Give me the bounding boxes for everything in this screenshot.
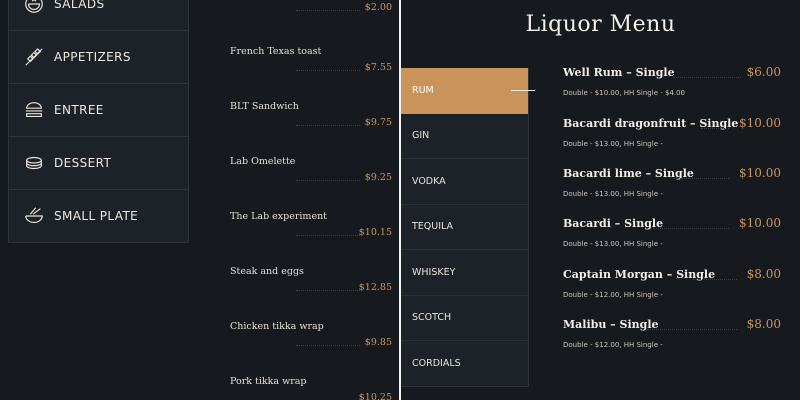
liquor-item: Bacardi lime – Single $10.00 Double - $1… xyxy=(563,165,781,215)
dotted-leader xyxy=(296,345,360,346)
dotted-leader xyxy=(647,329,737,330)
food-item-price: $2.00 xyxy=(364,2,392,13)
liquor-item-price: $10.00 xyxy=(739,116,781,130)
food-item-name: Pork tikka wrap xyxy=(230,376,307,387)
liquor-item: Well Rum – Single $6.00 Double - $10.00,… xyxy=(563,64,781,114)
burger-icon xyxy=(23,99,45,121)
food-item-price: $10.15 xyxy=(358,227,392,238)
food-item: Steak and eggs $12.85 xyxy=(230,266,392,306)
food-item-name: Chicken tikka wrap xyxy=(230,321,324,332)
dotted-leader xyxy=(653,228,729,229)
category-label: ENTREE xyxy=(54,103,104,117)
food-item-name: BLT Sandwich xyxy=(230,101,299,112)
noodle-bowl-icon xyxy=(23,205,45,227)
food-item-price: $9.75 xyxy=(364,117,392,128)
food-item: French Texas toast $7.55 xyxy=(230,46,392,86)
category-entree[interactable]: ENTREE xyxy=(9,83,188,136)
cake-icon xyxy=(23,152,45,174)
food-item-price: $7.55 xyxy=(364,62,392,73)
dotted-leader xyxy=(296,70,360,71)
food-item-price: $9.25 xyxy=(364,172,392,183)
category-dessert[interactable]: DESSERT xyxy=(9,136,188,189)
liquor-item-description: Double - $12.00, HH Single - xyxy=(563,341,663,349)
food-item-price: $12.85 xyxy=(358,282,392,293)
tab-rum[interactable]: RUM xyxy=(401,68,528,114)
category-appetizers[interactable]: APPETIZERS xyxy=(9,30,188,83)
food-item-name: Steak and eggs xyxy=(230,266,304,277)
liquor-item-price: $10.00 xyxy=(739,166,781,180)
food-item: BLT Sandwich $9.75 xyxy=(230,101,392,141)
liquor-item-price: $8.00 xyxy=(746,267,781,281)
liquor-item-price: $10.00 xyxy=(739,216,781,230)
liquor-item-price: $8.00 xyxy=(746,317,781,331)
page-title: Liquor Menu xyxy=(525,12,676,37)
tab-gin[interactable]: GIN xyxy=(401,114,528,159)
category-salads[interactable]: SALADS xyxy=(9,0,188,30)
food-item-name: The Lab experiment xyxy=(230,211,327,222)
dotted-leader xyxy=(296,235,360,236)
dotted-leader xyxy=(296,10,360,11)
tab-tequila[interactable]: TEQUILA xyxy=(401,205,528,250)
liquor-item-description: Double - $13.00, HH Single - xyxy=(563,190,663,198)
dotted-leader xyxy=(296,125,360,126)
liquor-item-description: Double - $13.00, HH Single - xyxy=(563,140,663,148)
tab-vodka[interactable]: VODKA xyxy=(401,159,528,205)
category-label: SMALL PLATE xyxy=(54,209,139,223)
food-item: Lab Omelette $9.25 xyxy=(230,156,392,196)
dotted-leader xyxy=(701,128,729,129)
liquor-item-name: Bacardi – Single xyxy=(563,217,664,230)
liquor-item-description: Double - $13.00, HH Single - xyxy=(563,240,663,248)
category-label: DESSERT xyxy=(54,156,112,170)
liquor-category-tabs: RUM GIN VODKA TEQUILA WHISKEY SCOTCH COR… xyxy=(401,68,529,387)
category-label: SALADS xyxy=(54,0,105,11)
dotted-leader xyxy=(673,77,741,78)
liquor-item: Malibu – Single $8.00 Double - $12.00, H… xyxy=(563,316,781,366)
dotted-leader xyxy=(673,178,729,179)
liquor-item: Bacardi – Single $10.00 Double - $13.00,… xyxy=(563,215,781,265)
food-item-price: $9.85 xyxy=(364,337,392,348)
food-item-name: French Texas toast xyxy=(230,46,322,57)
food-item: The Lab experiment $10.15 xyxy=(230,211,392,251)
liquor-item-name: Well Rum – Single xyxy=(563,66,675,79)
liquor-menu-panel: Liquor Menu RUM GIN VODKA TEQUILA WHISKE… xyxy=(401,0,800,400)
dotted-leader xyxy=(296,290,360,291)
category-small-plate[interactable]: SMALL PLATE xyxy=(9,189,188,242)
liquor-item-description: Double - $10.00, HH Single - $4.00 xyxy=(563,89,686,97)
active-tab-indicator xyxy=(511,90,535,91)
food-item: Pork tikka wrap $10.25 xyxy=(230,376,392,400)
liquor-item: Bacardi dragonfruit – Single $10.00 Doub… xyxy=(563,115,781,165)
tab-scotch[interactable]: SCOTCH xyxy=(401,296,528,341)
liquor-item-description: Double - $12.00, HH Single - xyxy=(563,291,663,299)
food-menu-panel: SALADS APPETIZERS ENTREE DESSERT SMALL P… xyxy=(0,0,400,400)
tab-whiskey[interactable]: WHISKEY xyxy=(401,250,528,296)
salad-bowl-icon xyxy=(23,0,45,15)
food-item-name: Lab Omelette xyxy=(230,156,296,167)
food-item: $2.00 xyxy=(230,0,392,26)
food-item-price: $10.25 xyxy=(358,392,392,400)
skewer-icon xyxy=(23,46,45,68)
tab-cordials[interactable]: CORDIALS xyxy=(401,341,528,387)
food-item: Chicken tikka wrap $9.85 xyxy=(230,321,392,361)
category-label: APPETIZERS xyxy=(54,50,131,64)
food-category-nav: SALADS APPETIZERS ENTREE DESSERT SMALL P… xyxy=(8,0,189,243)
dotted-leader xyxy=(296,180,360,181)
liquor-item-name: Malibu – Single xyxy=(563,318,659,331)
liquor-item-price: $6.00 xyxy=(746,65,781,79)
liquor-item: Captain Morgan – Single $8.00 Double - $… xyxy=(563,266,781,316)
dotted-leader xyxy=(693,279,737,280)
